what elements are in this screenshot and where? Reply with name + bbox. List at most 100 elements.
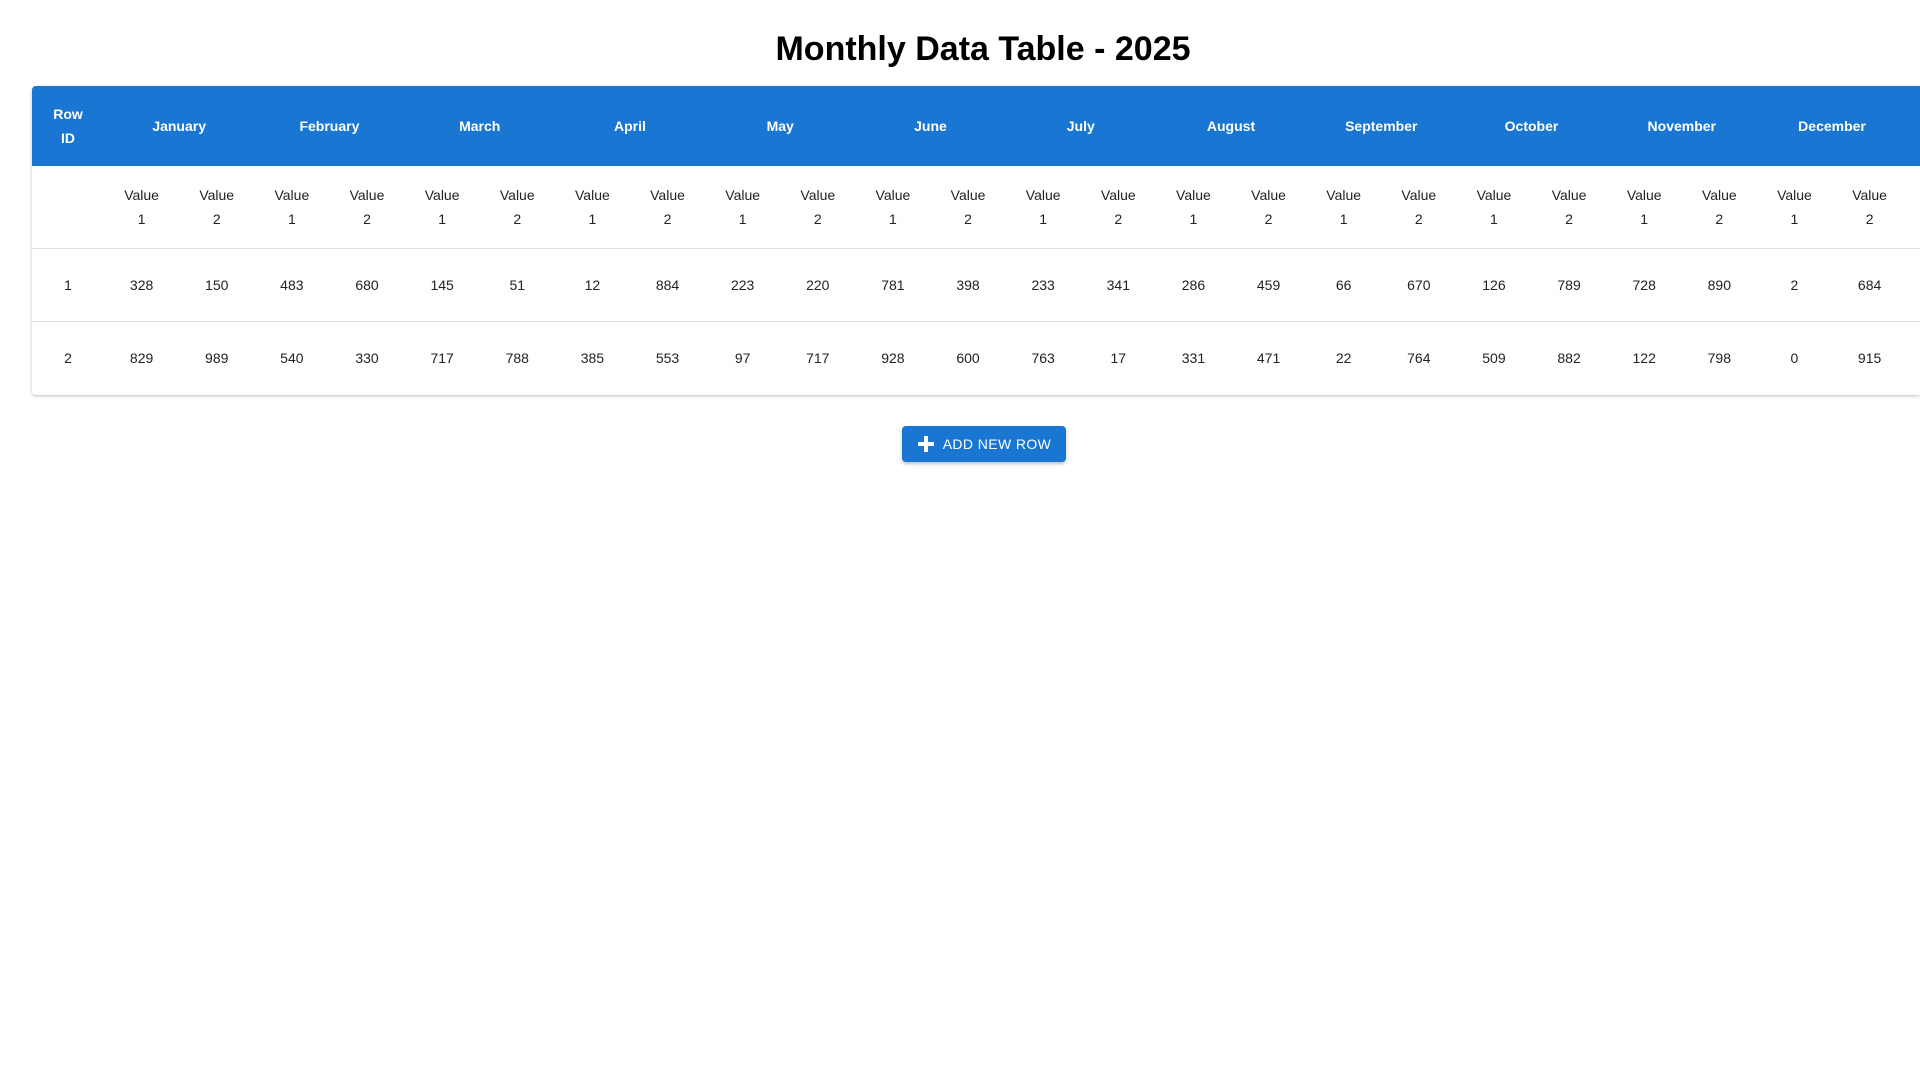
subheader-value-text: Value: [1852, 186, 1887, 203]
subheader-value-text: Value: [124, 186, 159, 203]
value-cell[interactable]: 788: [480, 321, 555, 394]
value-cell[interactable]: 884: [629, 248, 706, 322]
value-cell[interactable]: 459: [1231, 248, 1307, 322]
value-cell[interactable]: 684: [1832, 248, 1908, 322]
value-cell[interactable]: 989: [179, 321, 254, 394]
subheader-value-text: 2: [212, 210, 221, 227]
subheader-value-text: 2: [363, 210, 371, 227]
value-cell[interactable]: 915: [1832, 321, 1907, 394]
subheader-value-text: Value: [1176, 186, 1211, 203]
plus-icon: [917, 435, 935, 453]
table-row: 2 829 989 540 330 717 788 385 553 97 717 928 600 763 1…: [32, 321, 1920, 394]
subheader-value-text: 1: [738, 210, 747, 227]
subheader-value-text: Value: [424, 186, 460, 203]
subheader-value-1: Value 1: [404, 166, 480, 249]
value-cell[interactable]: 680: [329, 248, 405, 322]
subheader-value-1: Value 1: [254, 166, 330, 249]
value-cell[interactable]: 328: [104, 248, 180, 322]
value-cell[interactable]: 22: [1306, 321, 1381, 394]
value-cell[interactable]: 126: [1456, 248, 1532, 322]
subheader-value-text: 2: [813, 210, 822, 227]
value-cell[interactable]: 341: [1080, 248, 1156, 322]
page-title: Monthly Data Table - 2025: [775, 30, 1191, 68]
value-cell[interactable]: 670: [1381, 248, 1457, 322]
subheader-value-text: Value: [1551, 186, 1587, 203]
actions-cell: [1907, 248, 1920, 322]
subheader-value-text: 1: [1189, 210, 1198, 227]
subheader-value-text: 2: [1114, 210, 1123, 227]
value-cell[interactable]: 717: [780, 321, 855, 394]
subheader-value-text: Value: [1025, 186, 1061, 203]
value-cell[interactable]: 2: [1756, 248, 1833, 322]
value-cell[interactable]: 330: [329, 321, 404, 394]
subheader-value-2: Value 2: [179, 166, 255, 249]
value-cell[interactable]: 331: [1156, 321, 1231, 394]
monthly-table: Row ID January February March April May June Jul…: [32, 86, 1920, 394]
value-cell[interactable]: 398: [930, 248, 1006, 322]
subheader-value-text: 1: [1490, 210, 1498, 227]
subheader-value-text: Value: [1701, 186, 1737, 203]
header-month: March: [404, 86, 555, 166]
value-cell[interactable]: 890: [1681, 248, 1757, 322]
value-cell[interactable]: 12: [554, 248, 630, 322]
subheader-value-2: Value 2: [629, 166, 706, 249]
value-cell[interactable]: 781: [855, 248, 931, 322]
value-cell[interactable]: 66: [1306, 248, 1382, 322]
value-cell[interactable]: 728: [1606, 248, 1682, 322]
subheader-value-text: 2: [1264, 210, 1273, 227]
value-cell[interactable]: 51: [479, 248, 555, 322]
value-cell[interactable]: 798: [1682, 321, 1757, 394]
header-row: Row ID January February March April May June Jul…: [32, 86, 1920, 166]
value-cell[interactable]: 471: [1231, 321, 1306, 394]
value-cell[interactable]: 223: [705, 248, 781, 322]
value-cell[interactable]: 882: [1532, 321, 1607, 394]
value-cell[interactable]: 763: [1006, 321, 1081, 394]
value-cell[interactable]: 509: [1456, 321, 1531, 394]
value-cell[interactable]: 220: [780, 248, 856, 322]
value-cell[interactable]: 0: [1757, 321, 1832, 394]
value-cell[interactable]: 97: [705, 321, 780, 394]
value-cell[interactable]: 150: [179, 248, 255, 322]
value-cell[interactable]: 764: [1381, 321, 1456, 394]
data-table: Row ID January February March April May June Jul…: [32, 86, 1920, 395]
subheader-value-1: Value 1: [554, 166, 630, 249]
subheader-value-1: Value 1: [855, 166, 931, 249]
subheader-value-text: 2: [513, 210, 522, 227]
subheader-value-text: 1: [588, 210, 597, 227]
header-month: November: [1606, 86, 1757, 166]
value-cell[interactable]: 553: [630, 321, 705, 394]
value-cell[interactable]: 717: [405, 321, 480, 394]
value-cell[interactable]: 540: [254, 321, 329, 394]
subheader-value-text: Value: [499, 186, 535, 203]
subheader-value-2: Value 2: [329, 166, 405, 249]
value-cell[interactable]: 789: [1531, 248, 1607, 322]
subheader-value-1: Value 1: [1456, 166, 1532, 249]
subheader-value-1: Value 1: [705, 166, 781, 249]
value-cell[interactable]: 483: [254, 248, 330, 322]
header-month: October: [1456, 86, 1607, 166]
value-cell[interactable]: 145: [404, 248, 480, 322]
subheader-value-2: Value 2: [1832, 166, 1908, 249]
subheader-value-text: Value: [875, 186, 911, 203]
value-cell[interactable]: 233: [1005, 248, 1081, 322]
subheader-value-text: Value: [199, 186, 235, 203]
value-cell[interactable]: 385: [555, 321, 630, 394]
header-month: August: [1155, 86, 1307, 166]
value-cell[interactable]: 122: [1607, 321, 1682, 394]
value-cell[interactable]: 286: [1155, 248, 1231, 322]
subheader-value-text: Value: [950, 186, 986, 203]
subheader-value-text: 1: [889, 210, 897, 227]
add-new-row-button[interactable]: ADD NEW ROW: [902, 426, 1066, 462]
subheader-value-text: Value: [575, 186, 610, 203]
value-cell[interactable]: 829: [104, 321, 179, 394]
header-month: January: [104, 86, 255, 166]
value-cell[interactable]: 600: [930, 321, 1005, 394]
value-cell[interactable]: 928: [855, 321, 930, 394]
table-row: 1 328 150 483 680 145 51 12 884 223 220 781 398 233 34…: [32, 248, 1920, 322]
subheader-value-text: 1: [1039, 210, 1048, 227]
subheader-value-text: 2: [1715, 210, 1724, 227]
subheader-value-text: 2: [1565, 210, 1573, 227]
subheader-value-2: Value 2: [930, 166, 1006, 249]
value-cell[interactable]: 17: [1081, 321, 1156, 394]
header-row-id: Row ID: [32, 86, 105, 166]
